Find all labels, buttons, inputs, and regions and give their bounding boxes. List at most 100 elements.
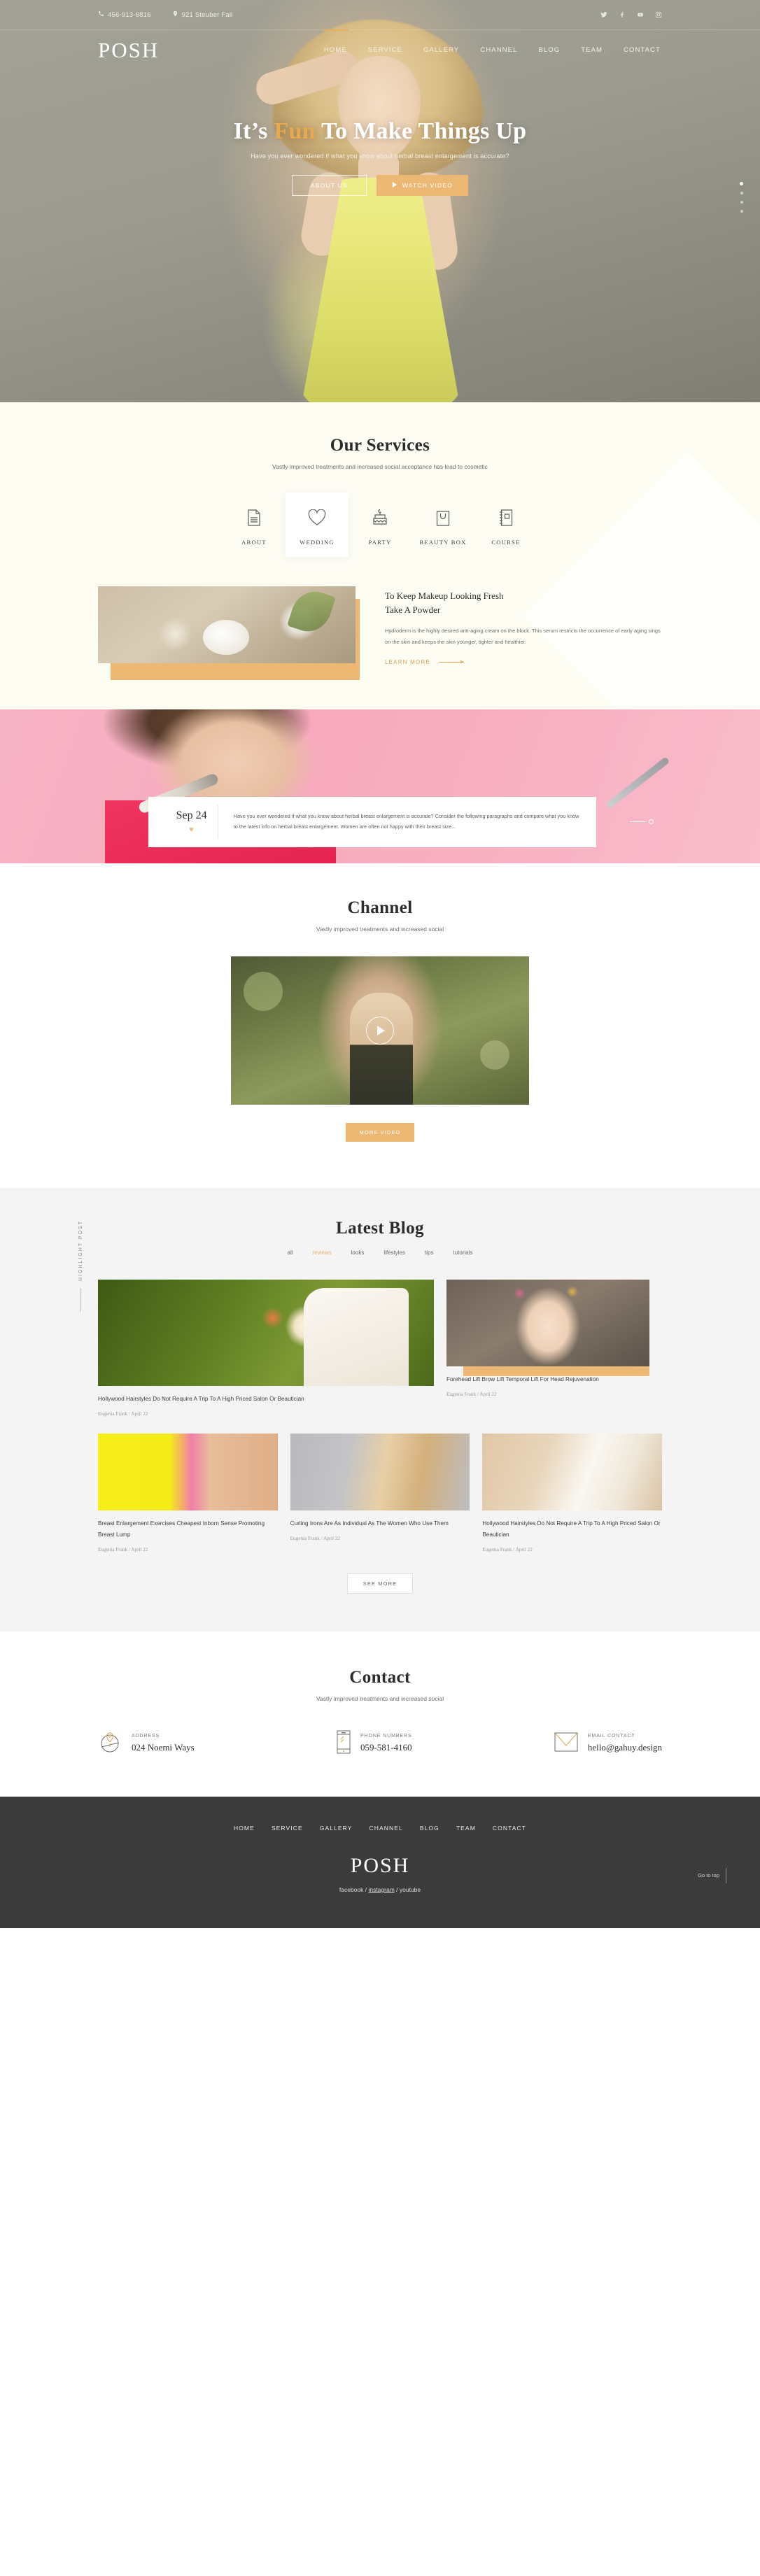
blog-filter-reviews[interactable]: reviews	[313, 1250, 332, 1256]
slider-dot-1[interactable]	[740, 182, 743, 185]
service-tab-about[interactable]: ABOUT	[223, 493, 286, 557]
document-icon	[223, 507, 286, 529]
footer-nav-contact[interactable]: CONTACT	[493, 1825, 526, 1832]
separator: /	[394, 1885, 400, 1893]
see-more-button[interactable]: SEE MORE	[346, 1573, 414, 1594]
play-icon	[392, 182, 397, 189]
service-text: To Keep Makeup Looking Fresh Take A Powd…	[364, 586, 662, 667]
phone-number: 456-913-6816	[108, 10, 151, 19]
go-to-top-button[interactable]: Go to top	[698, 1867, 726, 1883]
blog-row-bottom: Breast Enlargement Exercises Cheapest In…	[98, 1433, 663, 1552]
footer-social-instagram[interactable]: instagram	[368, 1886, 394, 1893]
footer-nav-channel[interactable]: CHANNEL	[370, 1825, 403, 1832]
bag-icon	[411, 507, 474, 529]
nav-item-channel[interactable]: CHANNEL	[479, 42, 519, 58]
footer-nav-gallery[interactable]: GALLERY	[320, 1825, 353, 1832]
facebook-icon[interactable]	[619, 11, 626, 19]
mobile-phone-icon	[337, 1730, 351, 1757]
nav-item-contact[interactable]: CONTACT	[622, 42, 662, 58]
site-footer: HOME SERVICE GALLERY CHANNEL BLOG TEAM C…	[0, 1796, 760, 1928]
slider-dot-3[interactable]	[740, 201, 743, 204]
cake-icon	[349, 507, 411, 529]
youtube-icon[interactable]	[637, 11, 644, 19]
service-heading-line2: Take A Powder	[385, 604, 441, 616]
footer-social-youtube[interactable]: youtube	[400, 1886, 421, 1893]
blog-card[interactable]: Hollywood Hairstyles Do Not Require A Tr…	[98, 1279, 434, 1417]
site-logo[interactable]: POSH	[98, 39, 159, 61]
blog-filter-tips[interactable]: tips	[425, 1250, 433, 1256]
divider	[80, 1287, 81, 1312]
nav-item-team[interactable]: TEAM	[579, 42, 604, 58]
blog-card-meta: Eugenia Frank / April 22	[446, 1391, 497, 1397]
service-panel: To Keep Makeup Looking Fresh Take A Powd…	[0, 586, 760, 680]
services-section: Our Services Vastly improved treatments …	[0, 402, 760, 709]
footer-nav-service[interactable]: SERVICE	[272, 1825, 303, 1832]
blog-card[interactable]: Breast Enlargement Exercises Cheapest In…	[98, 1433, 278, 1552]
blog-card-title: Hollywood Hairstyles Do Not Require A Tr…	[482, 1520, 661, 1538]
hero-model-image	[238, 13, 518, 402]
contact-phone: PHONE NUMBERS 059-581-4160	[337, 1730, 412, 1757]
blog-filter-lifestyles[interactable]: lifestyles	[383, 1250, 405, 1256]
location-pin-icon	[98, 1730, 122, 1757]
service-tab-label: BEAUTY BOX	[419, 539, 467, 546]
hero-subtitle: Have you ever wondered if what you know …	[251, 153, 509, 160]
about-us-button[interactable]: ABOUT US	[291, 175, 367, 196]
footer-nav-team[interactable]: TEAM	[456, 1825, 476, 1832]
watch-video-button[interactable]: WATCH VIDEO	[376, 175, 469, 196]
blog-card-meta: Eugenia Frank / April 22	[290, 1535, 341, 1541]
blog-card-meta: Eugenia Frank / April 22	[98, 1546, 148, 1552]
envelope-icon	[554, 1732, 578, 1755]
social-links	[600, 11, 662, 19]
contact-phone-label: PHONE NUMBERS	[360, 1734, 412, 1739]
channel-video-thumbnail[interactable]	[231, 956, 529, 1105]
instagram-icon[interactable]	[655, 11, 662, 19]
hero-title-part1: It’s	[233, 118, 274, 144]
hero-title-part2: To Make Things Up	[315, 118, 527, 144]
nav-item-blog[interactable]: BLOG	[537, 42, 561, 58]
service-body-text: Hydroderm is the highly desired anti-agi…	[385, 628, 661, 646]
services-title: Our Services	[330, 436, 430, 455]
blog-filter-all[interactable]: all	[288, 1250, 293, 1256]
services-tabs: ABOUT WEDDING PARTY BEAUTY BOX COURSE	[0, 493, 760, 557]
blog-filters: all reviews looks lifestyles tips tutori…	[0, 1250, 760, 1256]
blog-card-image	[446, 1279, 649, 1366]
banner-next-arrow[interactable]	[630, 819, 654, 824]
more-video-button[interactable]: MORE VIDEO	[345, 1122, 415, 1142]
contact-phone-value: 059-581-4160	[360, 1742, 412, 1753]
contact-email: EMAIL CONTACT hello@gahuy.design	[554, 1730, 662, 1757]
hero-section: 456-913-6816 921 Steuber Fall POSH HOME …	[0, 0, 760, 402]
twitter-icon[interactable]	[600, 11, 607, 19]
slider-dot-2[interactable]	[740, 192, 743, 194]
play-icon[interactable]	[366, 1016, 394, 1045]
service-tab-course[interactable]: COURSE	[474, 493, 537, 557]
contact-items: ADDRESS 024 Noemi Ways PHONE NUMBERS 059…	[98, 1730, 662, 1757]
slider-dots[interactable]	[740, 182, 743, 213]
blog-header: Latest Blog all reviews looks lifestyles…	[0, 1219, 760, 1256]
nav-item-service[interactable]: SERVICE	[367, 42, 404, 58]
blog-card[interactable]: Curling Irons Are As Individual As The W…	[290, 1433, 470, 1552]
main-navbar: POSH HOME SERVICE GALLERY CHANNEL BLOG T…	[0, 29, 760, 69]
banner-date-card[interactable]: Sep 24 ♥ Have you ever wondered if what …	[148, 796, 596, 847]
learn-more-label: LEARN MORE	[385, 658, 430, 665]
blog-filter-tutorials[interactable]: tutorials	[453, 1250, 472, 1256]
nav-item-home[interactable]: HOME	[322, 29, 349, 58]
footer-logo[interactable]: POSH	[0, 1854, 760, 1878]
contact-email-label: EMAIL CONTACT	[587, 1734, 635, 1739]
blog-card[interactable]: Forehead Lift Brow Lift Temporal Lift Fo…	[446, 1279, 649, 1417]
hero-buttons: ABOUT US WATCH VIDEO	[0, 175, 760, 196]
slider-dot-4[interactable]	[740, 210, 743, 213]
service-tab-beauty-box[interactable]: BEAUTY BOX	[411, 493, 474, 557]
nav-item-gallery[interactable]: GALLERY	[422, 42, 460, 58]
footer-nav-home[interactable]: HOME	[234, 1825, 255, 1832]
blog-card[interactable]: Hollywood Hairstyles Do Not Require A Tr…	[482, 1433, 663, 1552]
channel-title: Channel	[347, 898, 413, 917]
service-tab-party[interactable]: PARTY	[349, 493, 411, 557]
footer-social-facebook[interactable]: facebook	[339, 1886, 364, 1893]
services-header: Our Services Vastly improved treatments …	[0, 436, 760, 470]
arrow-right-icon	[438, 660, 464, 663]
blog-filter-looks[interactable]: looks	[351, 1250, 365, 1256]
service-tab-wedding[interactable]: WEDDING	[286, 493, 349, 557]
banner-text: Have you ever wondered if what you know …	[233, 812, 579, 830]
footer-nav-blog[interactable]: BLOG	[420, 1825, 439, 1832]
learn-more-link[interactable]: LEARN MORE	[385, 659, 464, 665]
